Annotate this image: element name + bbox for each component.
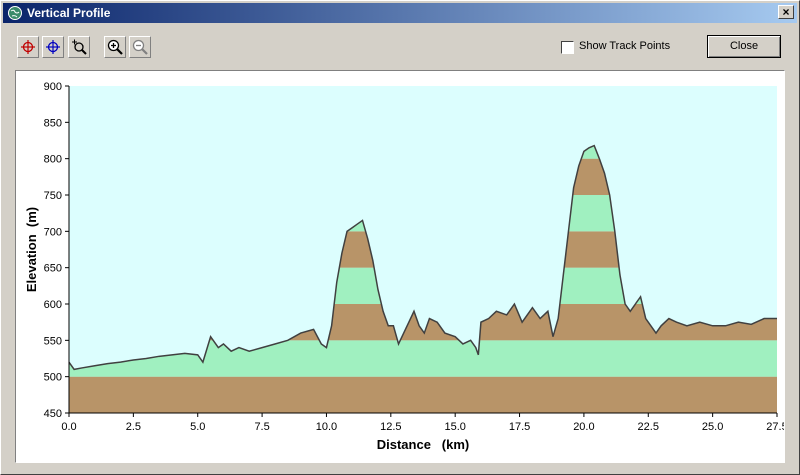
- close-button[interactable]: Close: [707, 35, 781, 58]
- crosshair-blue-icon: [46, 40, 60, 54]
- elevation-band: [69, 376, 777, 413]
- title-bar[interactable]: Vertical Profile ×: [3, 3, 797, 23]
- y-tick-label: 650: [44, 263, 62, 275]
- zoom-box-icon: [72, 39, 87, 55]
- x-tick-label: 20.0: [573, 421, 594, 433]
- y-tick-label: 800: [44, 154, 62, 166]
- x-tick-label: 12.5: [380, 421, 401, 433]
- x-tick-label: 5.0: [190, 421, 205, 433]
- zoom-out-button[interactable]: [129, 36, 151, 58]
- chart-frame: 450 500 550 600 650 700 750 800 850 900 0.0 2.5 5.0 7…: [15, 70, 785, 463]
- x-tick-label: 7.5: [254, 421, 269, 433]
- zoom-in-button[interactable]: [104, 36, 126, 58]
- y-tick-label: 850: [44, 117, 62, 129]
- pan-tool[interactable]: [42, 36, 64, 58]
- window-title: Vertical Profile: [27, 6, 111, 20]
- show-track-points-label[interactable]: Show Track Points: [579, 40, 670, 52]
- x-axis-label: Distance (km): [377, 437, 469, 452]
- x-tick-label: 0.0: [61, 421, 76, 433]
- y-tick-label: 450: [44, 408, 62, 420]
- y-tick-label: 700: [44, 226, 62, 238]
- x-tick-label: 2.5: [126, 421, 141, 433]
- y-tick-label: 500: [44, 372, 62, 384]
- x-tick-label: 22.5: [638, 421, 659, 433]
- elevation-profile-chart[interactable]: 450 500 550 600 650 700 750 800 850 900 0.0 2.5 5.0 7…: [16, 71, 784, 462]
- x-tick-label: 27.5: [766, 421, 784, 433]
- zoom-out-icon: [132, 39, 148, 55]
- globe-icon: [8, 6, 22, 20]
- y-tick-label: 550: [44, 335, 62, 347]
- y-tick-label: 600: [44, 299, 62, 311]
- show-track-points-checkbox[interactable]: [561, 41, 574, 54]
- crosshair-red-icon: [21, 40, 35, 54]
- vertical-profile-window: Vertical Profile × Show Track Points Clo…: [0, 0, 800, 475]
- zoom-box-tool[interactable]: [68, 36, 90, 58]
- x-tick-label: 25.0: [702, 421, 723, 433]
- x-tick-label: 15.0: [444, 421, 465, 433]
- zoom-in-icon: [107, 39, 123, 55]
- y-tick-label: 750: [44, 190, 62, 202]
- select-point-tool[interactable]: [17, 36, 39, 58]
- window-close-button[interactable]: ×: [778, 5, 794, 19]
- x-tick-label: 17.5: [509, 421, 530, 433]
- y-tick-label: 900: [44, 81, 62, 93]
- y-axis-label: Elevation (m): [24, 207, 39, 292]
- x-tick-label: 10.0: [316, 421, 337, 433]
